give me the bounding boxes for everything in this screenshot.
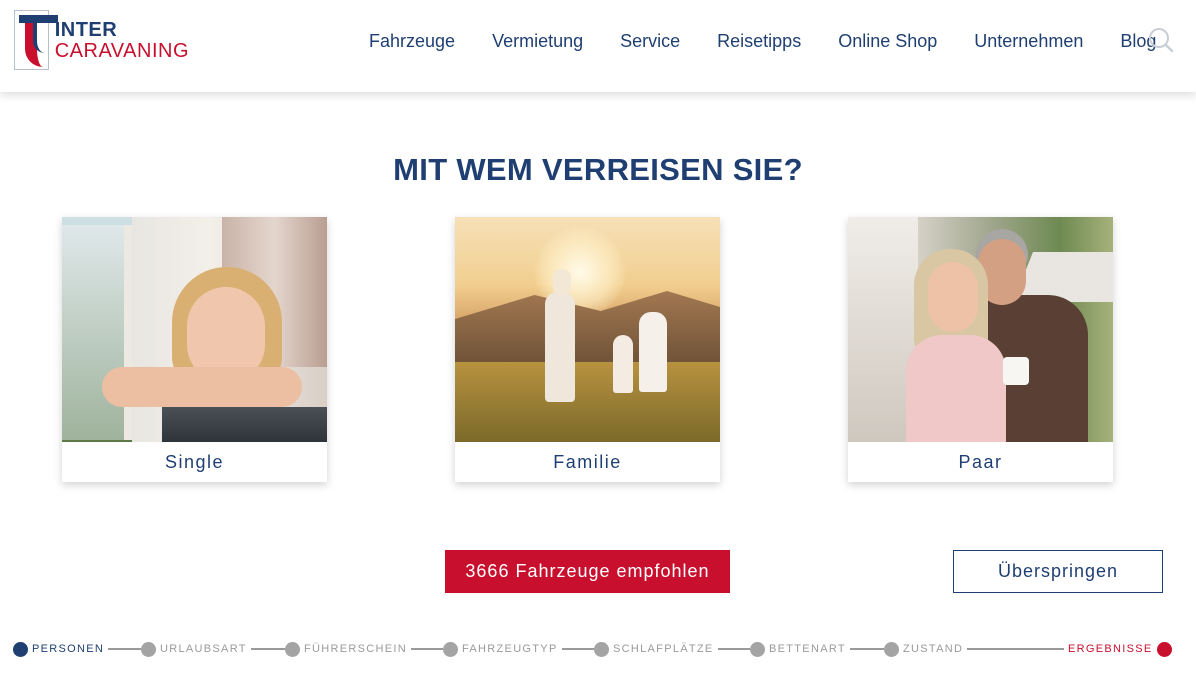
progress-dot <box>750 641 765 657</box>
progress-dot <box>285 641 300 657</box>
card-label-familie: Familie <box>553 452 622 472</box>
progress-step-bettenart[interactable]: BETTENART <box>750 641 850 657</box>
progress-step-label: SCHLAFPLÄTZE <box>613 643 714 655</box>
card-image-single <box>62 217 327 442</box>
progress-dot <box>13 641 28 657</box>
progress-step-label: PERSONEN <box>32 643 105 655</box>
progress-dot <box>594 641 609 657</box>
logo-wordmark: INTER CARAVANING <box>55 20 189 61</box>
progress-dot <box>141 641 156 657</box>
progress-step-ergebnisse[interactable]: ERGEBNISSE <box>1064 641 1172 657</box>
option-card-single[interactable]: Single <box>62 217 327 482</box>
card-image-paar <box>848 217 1113 442</box>
logo-icon <box>14 10 58 70</box>
nav-item-service[interactable]: Service <box>620 31 680 52</box>
progress-step-fuehrerschein[interactable]: FÜHRERSCHEIN <box>285 641 411 657</box>
logo-text-caravaning: CARAVANING <box>54 39 189 62</box>
progress-step-urlaubsart[interactable]: URLAUBSART <box>141 641 251 657</box>
progress-step-label: FAHRZEUGTYP <box>462 643 558 655</box>
nav-item-fahrzeuge[interactable]: Fahrzeuge <box>369 31 455 52</box>
card-label-paar: Paar <box>958 452 1003 472</box>
progress-step-zustand[interactable]: ZUSTAND <box>884 641 968 657</box>
option-card-familie[interactable]: Familie <box>455 217 720 482</box>
logo[interactable]: INTER CARAVANING <box>14 10 189 70</box>
nav-item-unternehmen[interactable]: Unternehmen <box>974 31 1083 52</box>
option-card-paar[interactable]: Paar <box>848 217 1113 482</box>
skip-button[interactable]: Überspringen <box>953 550 1163 593</box>
card-image-familie <box>455 217 720 442</box>
nav-item-online-shop[interactable]: Online Shop <box>838 31 937 52</box>
progress-step-label: ERGEBNISSE <box>1068 643 1153 655</box>
nav-item-vermietung[interactable]: Vermietung <box>492 31 583 52</box>
progress-dot <box>1156 641 1172 657</box>
progress-step-label: URLAUBSART <box>160 643 247 655</box>
progress-dot <box>884 641 899 657</box>
progress-step-label: BETTENART <box>769 643 846 655</box>
main-nav: Fahrzeuge Vermietung Service Reisetipps … <box>369 28 1156 54</box>
progress-dot <box>443 641 458 657</box>
progress-step-fahrzeugtyp[interactable]: FAHRZEUGTYP <box>443 641 562 657</box>
progress-step-label: ZUSTAND <box>903 643 964 655</box>
page-title: MIT WEM VERREISEN SIE? <box>393 152 803 187</box>
progress-step-label: FÜHRERSCHEIN <box>304 643 407 655</box>
logo-text-inter: INTER <box>54 18 118 41</box>
progress-step-personen[interactable]: PERSONEN <box>13 641 109 657</box>
site-header: INTER CARAVANING Fahrzeuge Vermietung Se… <box>0 0 1196 92</box>
wizard-progress: PERSONEN URLAUBSART FÜHRERSCHEIN FAHRZEU… <box>13 641 1172 657</box>
nav-item-reisetipps[interactable]: Reisetipps <box>717 31 801 52</box>
recommend-vehicles-button[interactable]: 3666 Fahrzeuge empfohlen <box>445 550 730 593</box>
search-icon[interactable] <box>1148 27 1174 53</box>
card-label-single: Single <box>164 452 225 472</box>
progress-step-schlafplaetze[interactable]: SCHLAFPLÄTZE <box>594 641 718 657</box>
